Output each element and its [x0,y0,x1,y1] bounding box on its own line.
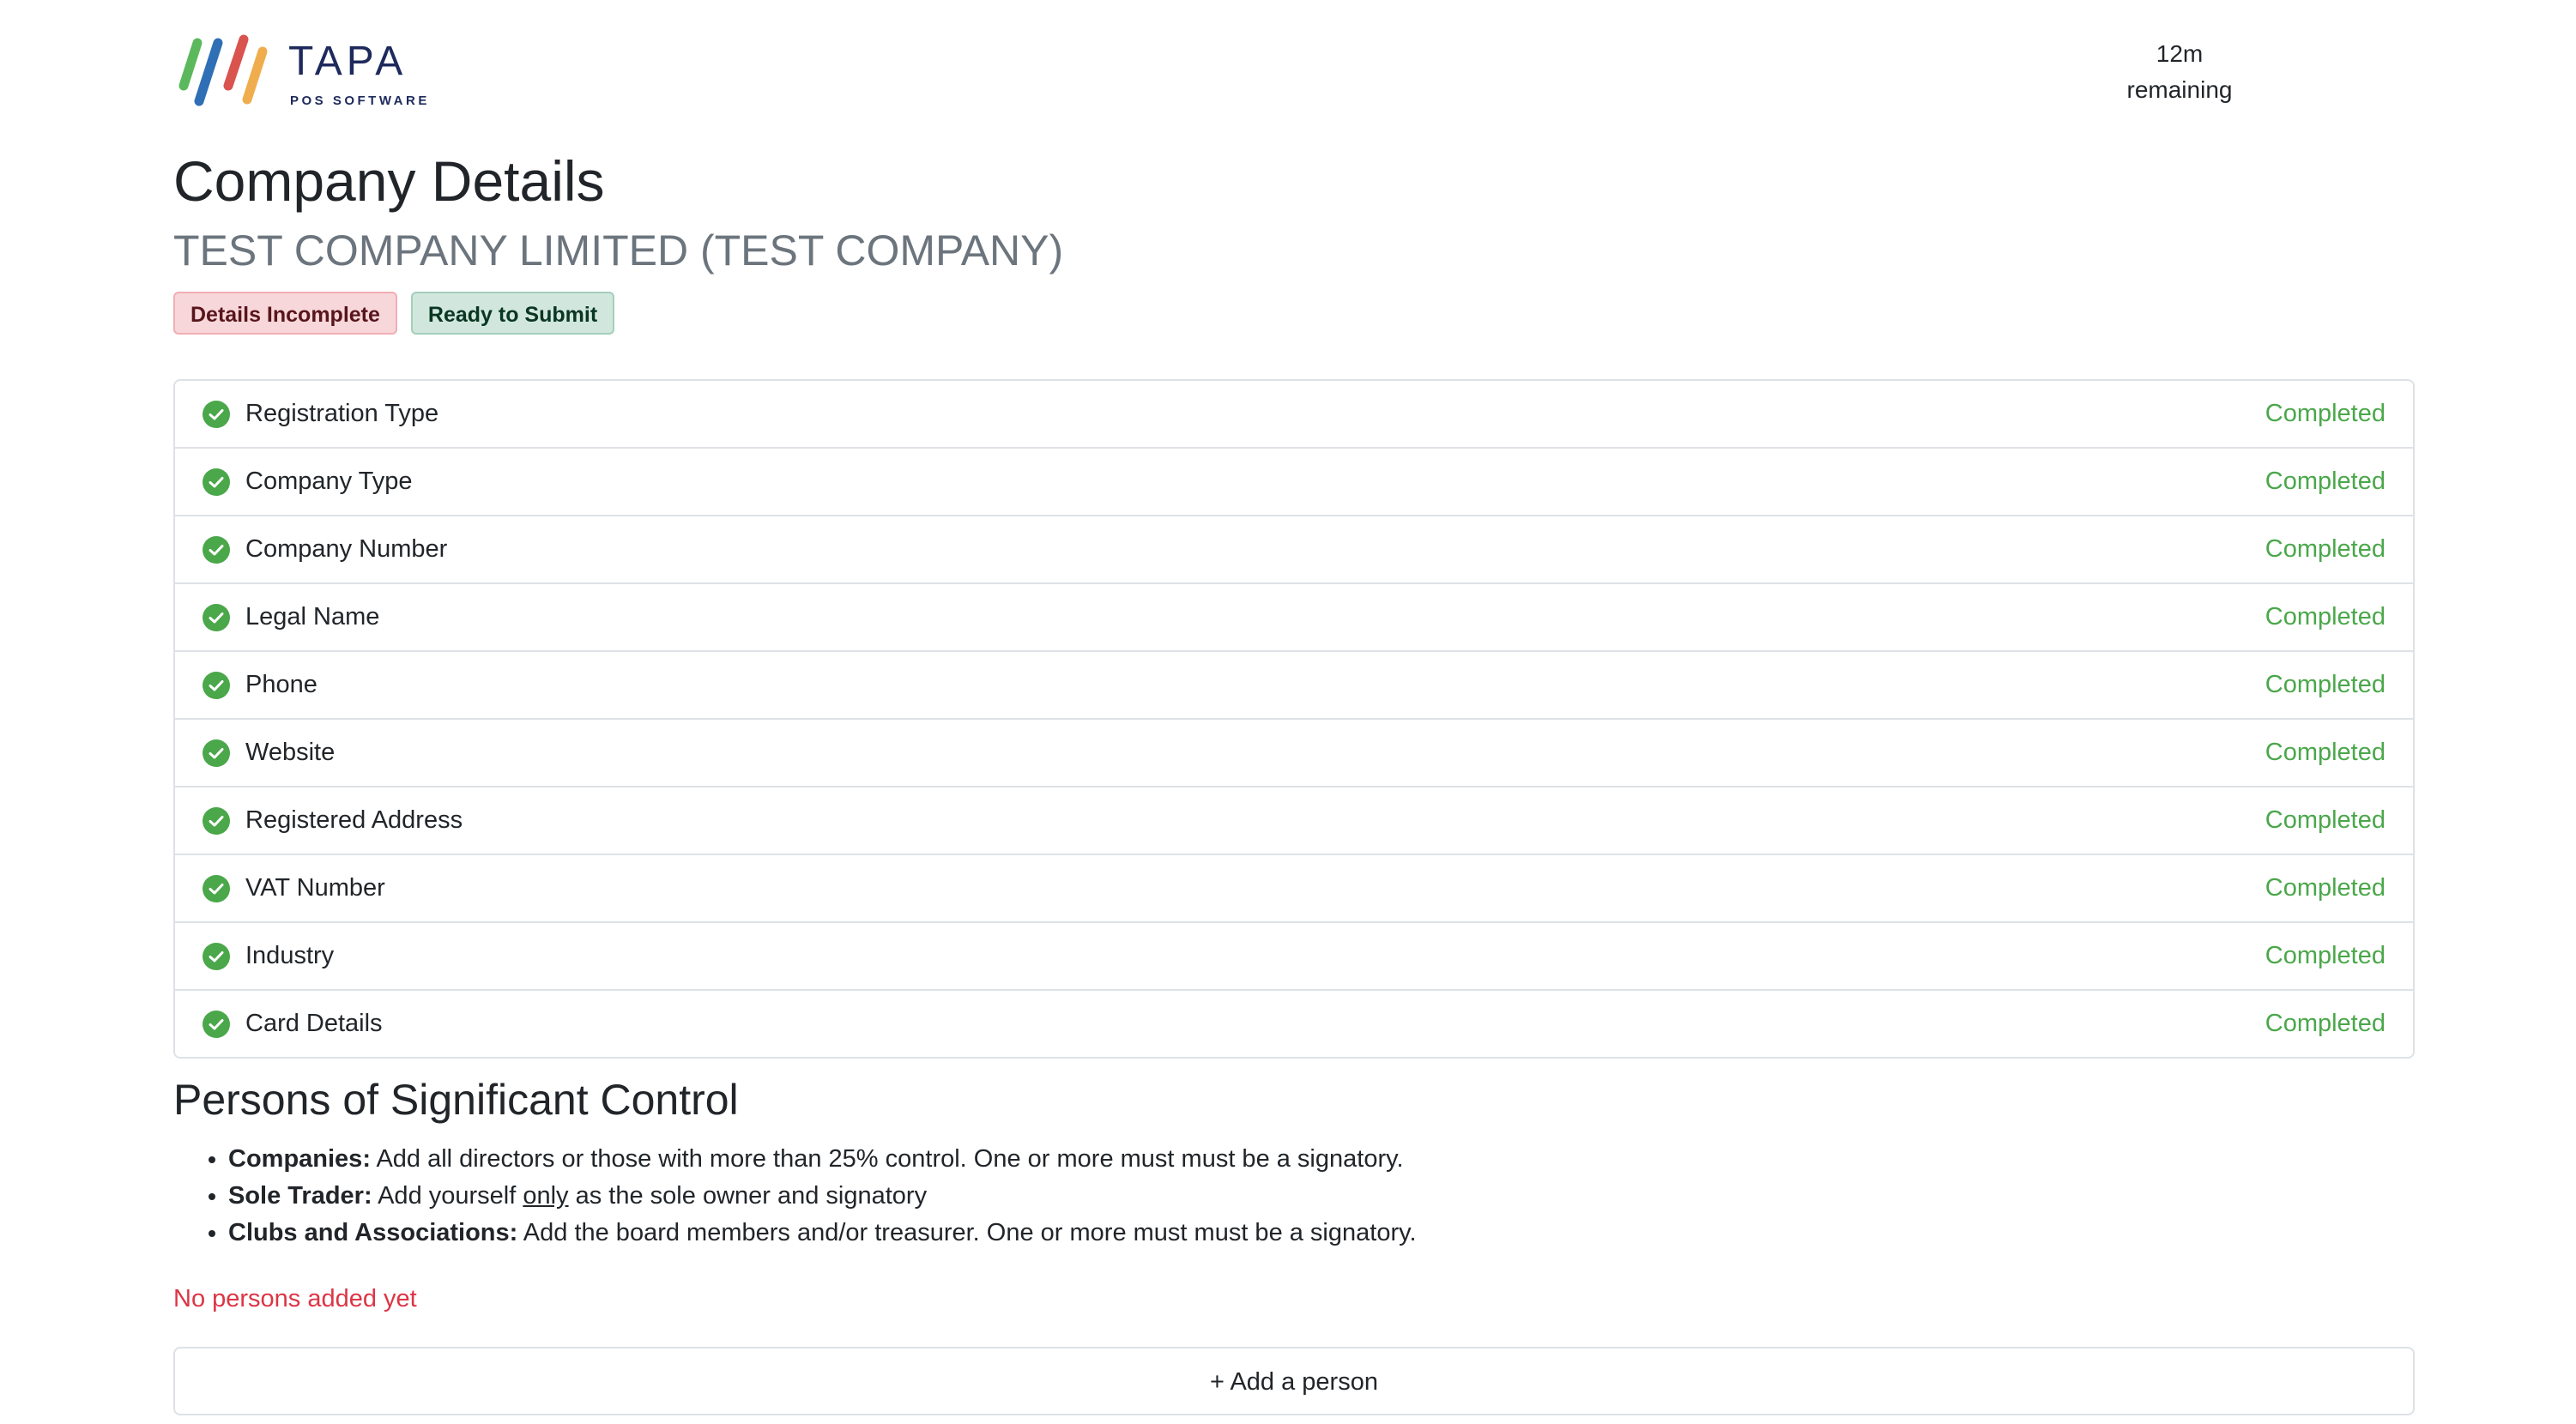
psc-rule-clubs: Clubs and Associations: Add the board me… [228,1215,1417,1252]
checklist-item-label: Company Number [245,535,448,563]
check-circle-icon [203,603,230,631]
psc-heading: Persons of Significant Control [173,1076,739,1124]
checklist-item-status: Completed [2265,1010,2386,1037]
psc-rule-term: Sole Trader: [228,1182,372,1210]
psc-rule-text: as the sole owner and signatory [575,1182,928,1210]
check-circle-icon [203,468,230,496]
psc-rule-text: Add yourself [378,1182,517,1210]
checklist-item-label: Registration Type [245,400,439,427]
company-name: TEST COMPANY LIMITED (TEST COMPANY) [173,226,1064,275]
add-person-button[interactable]: + Add a person [173,1347,2415,1415]
checklist-item-registration-type[interactable]: Registration Type Completed [175,381,2413,449]
checklist-item-label: Company Type [245,468,413,495]
logo-wordmark: TAPA [288,39,408,84]
checklist-item-label: Registered Address [245,806,463,834]
checklist-item-company-type[interactable]: Company Type Completed [175,449,2413,516]
checklist-item-legal-name[interactable]: Legal Name Completed [175,584,2413,652]
checklist-item-label: Card Details [245,1010,383,1037]
psc-rule-text: Add the board members and/or treasurer. … [523,1219,1417,1246]
check-circle-icon [203,806,230,835]
checklist-item-status: Completed [2265,400,2386,427]
psc-rule-term: Companies: [228,1145,371,1173]
check-circle-icon [203,671,230,699]
psc-rule-text: Add all directors or those with more tha… [376,1145,1404,1173]
ready-to-submit-badge: Ready to Submit [410,292,615,335]
details-incomplete-badge: Details Incomplete [173,292,397,335]
timer-value: 12m [2156,40,2204,67]
checklist-item-status: Completed [2265,739,2386,766]
check-circle-icon [203,1010,230,1038]
details-checklist: Registration Type Completed Company Type… [173,379,2415,1059]
checklist-item-website[interactable]: Website Completed [175,720,2413,787]
check-circle-icon [203,942,230,970]
session-timer: 12m remaining [2094,36,2265,108]
check-circle-icon [203,739,230,767]
checklist-item-label: Legal Name [245,603,380,631]
checklist-item-registered-address[interactable]: Registered Address Completed [175,787,2413,855]
no-persons-message: No persons added yet [173,1285,417,1312]
checklist-item-card-details[interactable]: Card Details Completed [175,991,2413,1057]
checklist-item-label: Industry [245,942,335,969]
checklist-item-vat-number[interactable]: VAT Number Completed [175,855,2413,923]
psc-rules-list: Companies: Add all directors or those wi… [173,1141,1417,1252]
checklist-item-status: Completed [2265,671,2386,698]
logo-stripes-icon [178,34,268,106]
checklist-item-status: Completed [2265,874,2386,902]
checklist-item-industry[interactable]: Industry Completed [175,923,2413,991]
psc-rule-emphasis: only [523,1182,569,1210]
tapa-logo: TAPA POS SOFTWARE [173,34,439,108]
checklist-item-label: Phone [245,671,317,698]
checklist-item-phone[interactable]: Phone Completed [175,652,2413,720]
checklist-item-status: Completed [2265,603,2386,631]
page-title: Company Details [173,149,605,213]
logo-tagline: POS SOFTWARE [290,94,430,108]
checklist-item-status: Completed [2265,942,2386,969]
checklist-item-status: Completed [2265,806,2386,834]
check-circle-icon [203,535,230,564]
checklist-item-status: Completed [2265,468,2386,495]
psc-rule-term: Clubs and Associations: [228,1219,518,1246]
check-circle-icon [203,874,230,902]
checklist-item-company-number[interactable]: Company Number Completed [175,516,2413,584]
checklist-item-status: Completed [2265,535,2386,563]
checklist-item-label: Website [245,739,336,766]
checklist-item-label: VAT Number [245,874,385,902]
check-circle-icon [203,400,230,428]
status-badges: Details Incomplete Ready to Submit [173,292,615,335]
psc-rule-companies: Companies: Add all directors or those wi… [228,1141,1417,1178]
psc-rule-sole-trader: Sole Trader: Add yourself only as the so… [228,1178,1417,1215]
page: TAPA POS SOFTWARE 12m remaining Company … [0,0,2576,1424]
timer-label: remaining [2126,76,2233,103]
